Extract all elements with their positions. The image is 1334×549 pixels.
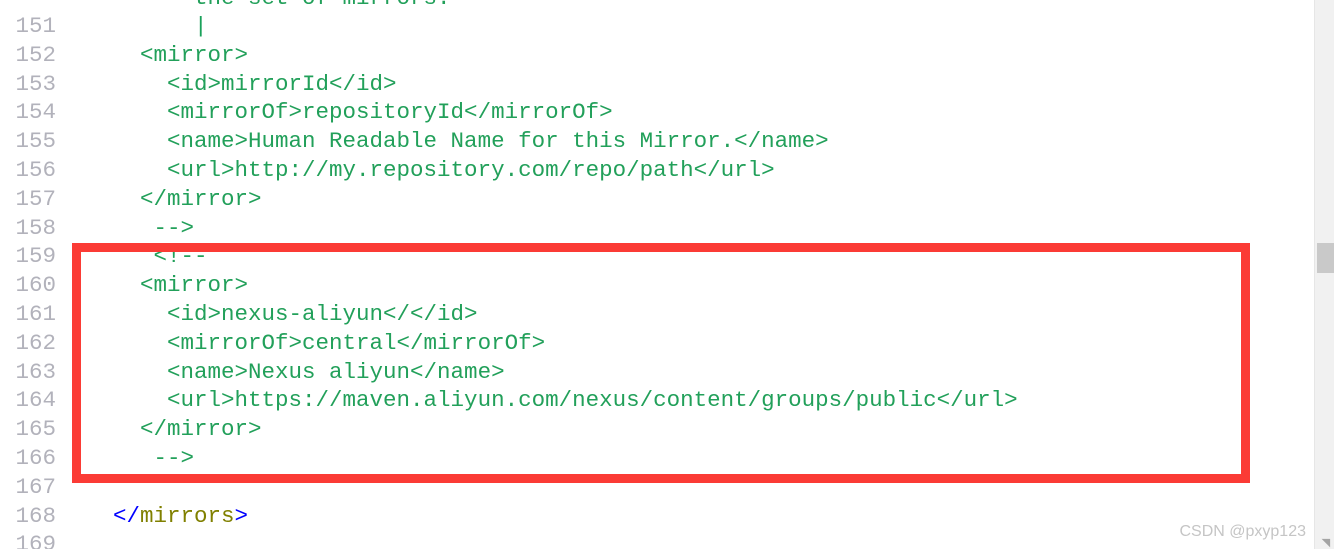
code-token-comment: <id>mirrorId</id> [86, 70, 397, 97]
line-text-clipped: the set of mirrors. [86, 0, 451, 13]
watermark-text: CSDN @pxyp123 [1179, 523, 1306, 540]
code-token-comment: <mirror> [86, 41, 249, 68]
line-text: </mirrors> [86, 502, 248, 531]
code-token-comment: <mirrorOf>central</mirrorOf> [86, 329, 546, 356]
line-number: 151 [15, 13, 56, 39]
code-line-clipped: the set of mirrors. [0, 0, 451, 13]
line-text: <id>nexus-aliyun</</id> [86, 300, 478, 329]
code-token-comment: --> [86, 445, 195, 471]
line-text: <mirrorOf>central</mirrorOf> [86, 329, 545, 358]
line-number: 161 [15, 301, 56, 327]
line-number: 156 [15, 157, 56, 183]
line-number: 157 [15, 185, 56, 212]
line-number: 158 [15, 214, 56, 241]
code-token-comment: </mirror> [86, 185, 262, 212]
code-token-comment: <url>http://my.repository.com/repo/path<… [86, 157, 775, 183]
line-number: 162 [15, 329, 56, 356]
code-token-tagname: mirrors [140, 502, 235, 529]
line-number: 167 [15, 473, 56, 500]
line-number: 168 [15, 502, 56, 529]
code-token-comment: <name>Nexus aliyun</name> [86, 358, 505, 385]
code-editor-view: the set of mirrors. 151 | 152 <mirror> 153… [0, 0, 1334, 549]
line-number: 163 [15, 358, 56, 385]
line-number: 165 [15, 416, 56, 443]
code-token-caret: | [86, 13, 208, 39]
code-token-tagbracket: > [234, 502, 249, 529]
line-text: | [86, 12, 208, 41]
line-text: <mirror> [86, 271, 248, 300]
code-token-comment: <id>nexus-aliyun</</id> [86, 301, 478, 327]
code-token-comment: </mirror> [86, 416, 262, 443]
line-text: --> [86, 214, 195, 243]
line-text: </mirror> [86, 415, 262, 444]
line-text: <id>mirrorId</id> [86, 70, 397, 99]
vertical-scrollbar[interactable] [1314, 0, 1334, 549]
line-number: 166 [15, 445, 56, 471]
line-text: <mirror> [86, 41, 248, 70]
code-token-comment: --> [86, 214, 195, 241]
code-token-comment: <name>Human Readable Name for this Mirro… [86, 128, 829, 155]
scrollbar-thumb[interactable] [1317, 243, 1334, 273]
line-text: </mirror> [86, 185, 262, 214]
line-number: 154 [15, 99, 56, 126]
line-text: <url>https://maven.aliyun.com/nexus/cont… [86, 386, 1018, 415]
code-token-tagbracket: </ [86, 502, 141, 529]
line-text: --> [86, 444, 195, 473]
line-number: 152 [15, 41, 56, 68]
code-token-comment: <mirror> [86, 272, 249, 299]
line-number: 164 [15, 387, 56, 414]
line-number: 160 [15, 272, 56, 299]
line-number: 159 [15, 243, 56, 270]
line-number: 155 [15, 128, 56, 155]
line-text: <!-- [86, 242, 208, 271]
code-content-area[interactable]: the set of mirrors. 151 | 152 <mirror> 153… [0, 0, 1310, 549]
code-token-comment: <mirrorOf>repositoryId</mirrorOf> [86, 99, 613, 126]
line-number: 169 [15, 531, 56, 549]
line-text: <mirrorOf>repositoryId</mirrorOf> [86, 98, 613, 127]
line-text: <name>Nexus aliyun</name> [86, 358, 505, 387]
line-text: <name>Human Readable Name for this Mirro… [86, 127, 829, 156]
code-token-comment: <!-- [86, 243, 208, 270]
code-token-comment: <url>https://maven.aliyun.com/nexus/cont… [86, 387, 1018, 414]
line-text: <url>http://my.repository.com/repo/path<… [86, 156, 775, 185]
line-number: 153 [15, 70, 56, 97]
